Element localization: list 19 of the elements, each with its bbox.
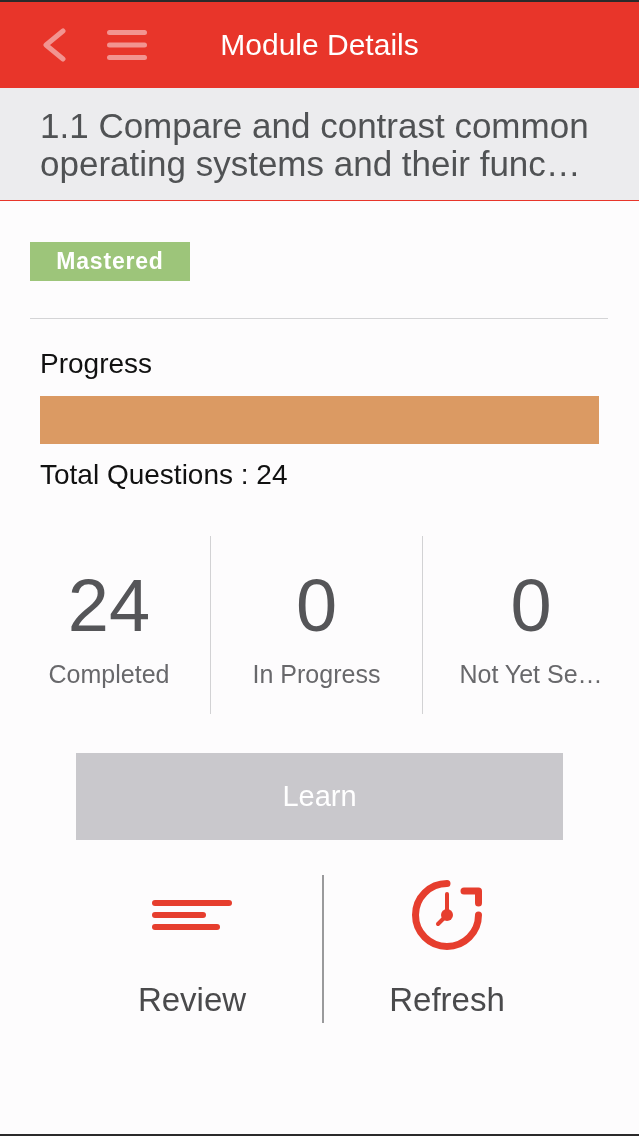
status-badge: Mastered — [30, 242, 190, 281]
total-questions: Total Questions : 24 — [40, 460, 289, 490]
stat-value: 0 — [510, 566, 552, 646]
stat-label: In Progress — [252, 660, 381, 688]
back-button[interactable] — [41, 28, 67, 62]
back-icon — [41, 28, 67, 62]
clock-refresh-icon — [411, 879, 483, 951]
menu-icon — [107, 30, 147, 60]
stat-label: Completed — [48, 660, 170, 688]
header-title: Module Details — [220, 28, 419, 62]
menu-button[interactable] — [107, 30, 147, 60]
stat-value: 0 — [295, 566, 338, 646]
stat-label: Not Yet Se… — [459, 660, 603, 688]
lines-icon — [152, 899, 232, 931]
review-button[interactable]: Review — [137, 875, 247, 1018]
stat-value: 24 — [67, 566, 151, 646]
progress-label: Progress — [40, 349, 154, 379]
module-title: 1.1 Compare and contrast common operating systems and their func… — [40, 107, 590, 183]
refresh-button[interactable]: Refresh — [389, 875, 505, 1018]
